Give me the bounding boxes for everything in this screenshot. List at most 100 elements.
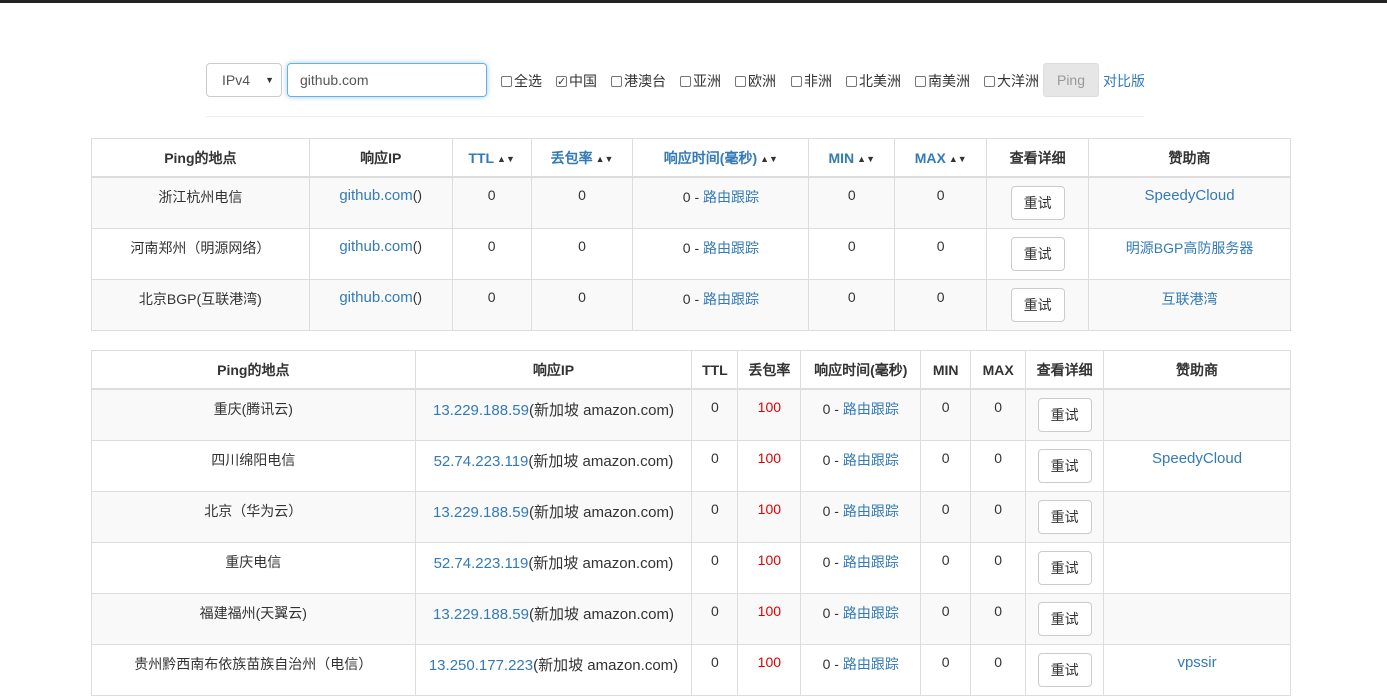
col-ttl-label: TTL (468, 149, 495, 166)
retry-button[interactable]: 重试 (1010, 288, 1065, 322)
sponsor-link[interactable]: SpeedyCloud (1152, 450, 1242, 467)
table-row: 重庆电信 52.74.223.119(新加坡 amazon.com) 0 100… (91, 542, 1291, 594)
col-loss[interactable]: 丢包率 ▲▼ (530, 138, 634, 178)
table-row: 福建福州(天翼云) 13.229.188.59(新加坡 amazon.com) … (91, 593, 1291, 645)
ip-link[interactable]: 13.229.188.59 (433, 504, 529, 521)
ip-link[interactable]: github.com (339, 289, 412, 306)
route-trace-link[interactable]: 路由跟踪 (843, 452, 899, 468)
cell-max: 0 (970, 644, 1027, 696)
cell-sponsor: vpssir (1103, 644, 1291, 696)
checkbox-icon[interactable] (984, 76, 995, 87)
ip-link[interactable]: 13.250.177.223 (429, 657, 533, 674)
ip-link[interactable]: 13.229.188.59 (433, 402, 529, 419)
sponsor-link[interactable]: vpssir (1177, 654, 1216, 671)
checkbox-europe[interactable]: 欧洲 (735, 72, 776, 90)
checkbox-asia[interactable]: 亚洲 (680, 72, 721, 90)
checkbox-china[interactable]: 中国 (556, 72, 597, 91)
cell-ttl: 0 (451, 176, 532, 229)
cell-max: 0 (970, 542, 1027, 594)
checkbox-icon[interactable] (735, 76, 746, 87)
cell-detail: 重试 (986, 228, 1090, 280)
route-trace-link[interactable]: 路由跟踪 (703, 240, 759, 256)
checkbox-africa[interactable]: 非洲 (791, 72, 832, 90)
ip-link[interactable]: github.com (339, 187, 412, 204)
ip-link[interactable]: 52.74.223.119 (434, 555, 529, 572)
checkbox-north-america[interactable]: 北美洲 (846, 72, 901, 90)
checkbox-icon[interactable] (501, 76, 512, 87)
ip-link[interactable]: 13.229.188.59 (433, 606, 529, 623)
retry-button[interactable]: 重试 (1037, 398, 1092, 432)
table-row: 河南郑州（明源网络） github.com() 0 0 0 - 路由跟踪 0 0… (91, 228, 1291, 280)
ip-location: (新加坡 amazon.com) (528, 504, 674, 521)
col-ttl[interactable]: TTL ▲▼ (451, 138, 532, 178)
cell-max: 0 (970, 593, 1027, 645)
retry-button[interactable]: 重试 (1037, 653, 1092, 687)
ip-location: (新加坡 amazon.com) (528, 453, 674, 470)
cell-max: 0 (894, 176, 988, 229)
cell-time: 0 - 路由跟踪 (632, 176, 810, 229)
sponsor-link[interactable]: 明源BGP高防服务器 (1126, 240, 1254, 256)
ip-location: (新加坡 amazon.com) (528, 606, 674, 623)
sponsor-link[interactable]: 互联港湾 (1162, 291, 1218, 307)
col-location: Ping的地点 (91, 138, 310, 178)
retry-button[interactable]: 重试 (1037, 551, 1092, 585)
checkbox-oceania[interactable]: 大洋洲 (984, 72, 1039, 90)
compare-version-link[interactable]: 对比版 (1103, 71, 1145, 91)
checkbox-icon[interactable] (556, 73, 567, 91)
route-trace-link[interactable]: 路由跟踪 (703, 291, 759, 307)
ip-link[interactable]: 52.74.223.119 (434, 453, 529, 470)
ip-version-select[interactable]: IPv4 ▼ (206, 63, 282, 97)
results-table-2: Ping的地点 响应IP TTL 丢包率 响应时间(毫秒) MIN MAX 查看… (91, 350, 1291, 696)
ip-link[interactable]: github.com (339, 238, 412, 255)
checkbox-icon[interactable] (791, 76, 802, 87)
cell-min: 0 (920, 542, 972, 594)
checkbox-all[interactable]: 全选 (501, 72, 542, 90)
col-min[interactable]: MIN ▲▼ (808, 138, 896, 178)
checkbox-hk-macau-taiwan[interactable]: 港澳台 (611, 72, 666, 90)
route-trace-link[interactable]: 路由跟踪 (843, 656, 899, 672)
ping-button[interactable]: Ping (1043, 63, 1099, 97)
checkbox-icon[interactable] (611, 76, 622, 87)
col-time[interactable]: 响应时间(毫秒) ▲▼ (632, 138, 810, 178)
retry-button[interactable]: 重试 (1037, 449, 1092, 483)
cell-time: 0 - 路由跟踪 (800, 593, 922, 645)
checkbox-icon[interactable] (680, 76, 691, 87)
cell-ip: 13.229.188.59(新加坡 amazon.com) (414, 491, 693, 543)
route-trace-link[interactable]: 路由跟踪 (843, 503, 899, 519)
cell-ip: github.com() (308, 176, 453, 229)
cell-sponsor: 明源BGP高防服务器 (1088, 228, 1291, 280)
checkbox-label: 大洋洲 (997, 73, 1039, 89)
checkbox-icon[interactable] (846, 76, 857, 87)
sponsor-link[interactable]: SpeedyCloud (1145, 187, 1235, 204)
checkbox-label: 南美洲 (928, 73, 970, 89)
col-time: 响应时间(毫秒) (800, 350, 922, 390)
cell-ip: 13.250.177.223(新加坡 amazon.com) (414, 644, 693, 696)
cell-loss: 0 (530, 228, 634, 280)
col-time-label: 响应时间(毫秒) (663, 149, 758, 166)
retry-button[interactable]: 重试 (1010, 237, 1065, 271)
retry-button[interactable]: 重试 (1037, 500, 1092, 534)
col-max: MAX (970, 350, 1027, 390)
sort-icon: ▲▼ (760, 153, 778, 164)
checkbox-label: 非洲 (804, 73, 832, 89)
table-header-row: Ping的地点 响应IP TTL ▲▼ 丢包率 ▲▼ 响应时间(毫秒) ▲▼ MIN ▲… (91, 138, 1291, 178)
retry-button[interactable]: 重试 (1037, 602, 1092, 636)
retry-button[interactable]: 重试 (1010, 186, 1065, 220)
cell-loss: 0 (530, 176, 634, 229)
time-value: 0 - (682, 240, 703, 256)
route-trace-link[interactable]: 路由跟踪 (843, 554, 899, 570)
route-trace-link[interactable]: 路由跟踪 (843, 605, 899, 621)
checkbox-label: 亚洲 (693, 73, 721, 89)
col-max[interactable]: MAX ▲▼ (894, 138, 988, 178)
cell-location: 浙江杭州电信 (91, 176, 310, 229)
host-input[interactable]: github.com (287, 63, 487, 97)
route-trace-link[interactable]: 路由跟踪 (843, 401, 899, 417)
cell-min: 0 (920, 440, 972, 492)
checkbox-south-america[interactable]: 南美洲 (915, 72, 970, 90)
route-trace-link[interactable]: 路由跟踪 (703, 189, 759, 205)
cell-location: 贵州黔西南布依族苗族自治州（电信） (91, 644, 416, 696)
cell-time: 0 - 路由跟踪 (800, 388, 922, 441)
col-min-label: MIN (828, 149, 855, 166)
cell-detail: 重试 (1025, 491, 1105, 543)
checkbox-icon[interactable] (915, 76, 926, 87)
